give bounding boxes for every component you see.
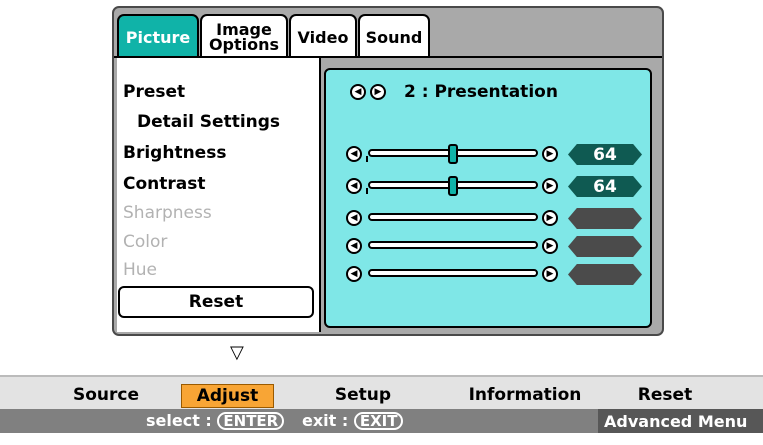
right-arrow-icon: ▶ <box>542 210 558 226</box>
left-arrow-icon: ◀ <box>346 266 362 282</box>
menu-item-preset[interactable]: Preset <box>123 82 185 102</box>
right-arrow-icon[interactable]: ▶ <box>370 84 386 100</box>
slider-knob[interactable] <box>448 144 458 164</box>
menu-item-brightness[interactable]: Brightness <box>123 143 226 163</box>
enter-key-icon: ENTER <box>217 412 285 430</box>
menu-item-contrast[interactable]: Contrast <box>123 174 206 194</box>
slider-color: ◀ ▶ <box>346 236 646 258</box>
tab-picture[interactable]: Picture <box>117 14 199 58</box>
slider-sharpness: ◀ ▶ <box>346 208 646 230</box>
select-label: select : <box>146 411 212 430</box>
exit-hint: exit : EXIT <box>302 411 404 430</box>
menu-item-hue: Hue <box>123 260 158 280</box>
slider-zero-tick <box>366 156 368 162</box>
slider-hue: ◀ ▶ <box>346 264 646 286</box>
preset-value: 2 : Presentation <box>404 82 558 102</box>
osd-window: Picture Image Options Video Sound Preset… <box>112 6 664 336</box>
slider-track <box>368 213 538 221</box>
down-triangle-icon: ▽ <box>230 342 244 363</box>
preset-row: ◀ ▶ 2 : Presentation <box>350 82 558 102</box>
left-arrow-icon[interactable]: ◀ <box>346 178 362 194</box>
menu-setup[interactable]: Setup <box>318 384 408 406</box>
slider-value-badge: 64 <box>568 176 642 197</box>
left-menu-panel: Preset Detail Settings Brightness Contra… <box>117 58 321 332</box>
left-arrow-icon: ◀ <box>346 238 362 254</box>
menu-reset[interactable]: Reset <box>630 384 700 406</box>
exit-label: exit : <box>302 411 349 430</box>
slider-zero-tick <box>366 188 368 194</box>
slider-brightness[interactable]: ◀ ▶ 64 <box>346 144 646 166</box>
menu-item-color: Color <box>123 232 168 252</box>
tab-video[interactable]: Video <box>289 14 357 58</box>
slider-value-badge: 64 <box>568 144 642 165</box>
right-arrow-icon[interactable]: ▶ <box>542 146 558 162</box>
advanced-menu-indicator: Advanced Menu <box>598 409 763 433</box>
menu-information[interactable]: Information <box>460 384 590 406</box>
tab-image-options[interactable]: Image Options <box>200 14 288 58</box>
main-menu-bar: Source Adjust Setup Information Reset <box>0 375 763 409</box>
left-arrow-icon[interactable]: ◀ <box>350 84 366 100</box>
status-bar: select : ENTER exit : EXIT Advanced Menu <box>0 409 763 433</box>
right-arrow-icon[interactable]: ▶ <box>542 178 558 194</box>
left-arrow-icon: ◀ <box>346 210 362 226</box>
menu-adjust[interactable]: Adjust <box>181 384 274 408</box>
menu-item-sharpness: Sharpness <box>123 203 212 223</box>
slider-value-badge <box>568 236 642 257</box>
tab-sound[interactable]: Sound <box>358 14 430 58</box>
left-arrow-icon[interactable]: ◀ <box>346 146 362 162</box>
slider-track <box>368 241 538 249</box>
slider-value-badge <box>568 208 642 229</box>
reset-button[interactable]: Reset <box>118 286 314 318</box>
slider-track <box>368 269 538 277</box>
menu-source[interactable]: Source <box>66 384 146 406</box>
select-hint: select : ENTER <box>146 411 285 430</box>
settings-panel: ◀ ▶ 2 : Presentation ◀ ▶ 64 ◀ ▶ 64 ◀ ▶ ◀ ▶ ◀ ▶ <box>324 68 652 328</box>
menu-item-detail-settings[interactable]: Detail Settings <box>137 112 280 132</box>
slider-value-badge <box>568 264 642 285</box>
slider-contrast[interactable]: ◀ ▶ 64 <box>346 176 646 198</box>
right-arrow-icon: ▶ <box>542 266 558 282</box>
right-arrow-icon: ▶ <box>542 238 558 254</box>
slider-knob[interactable] <box>448 176 458 196</box>
exit-key-icon: EXIT <box>353 412 404 430</box>
